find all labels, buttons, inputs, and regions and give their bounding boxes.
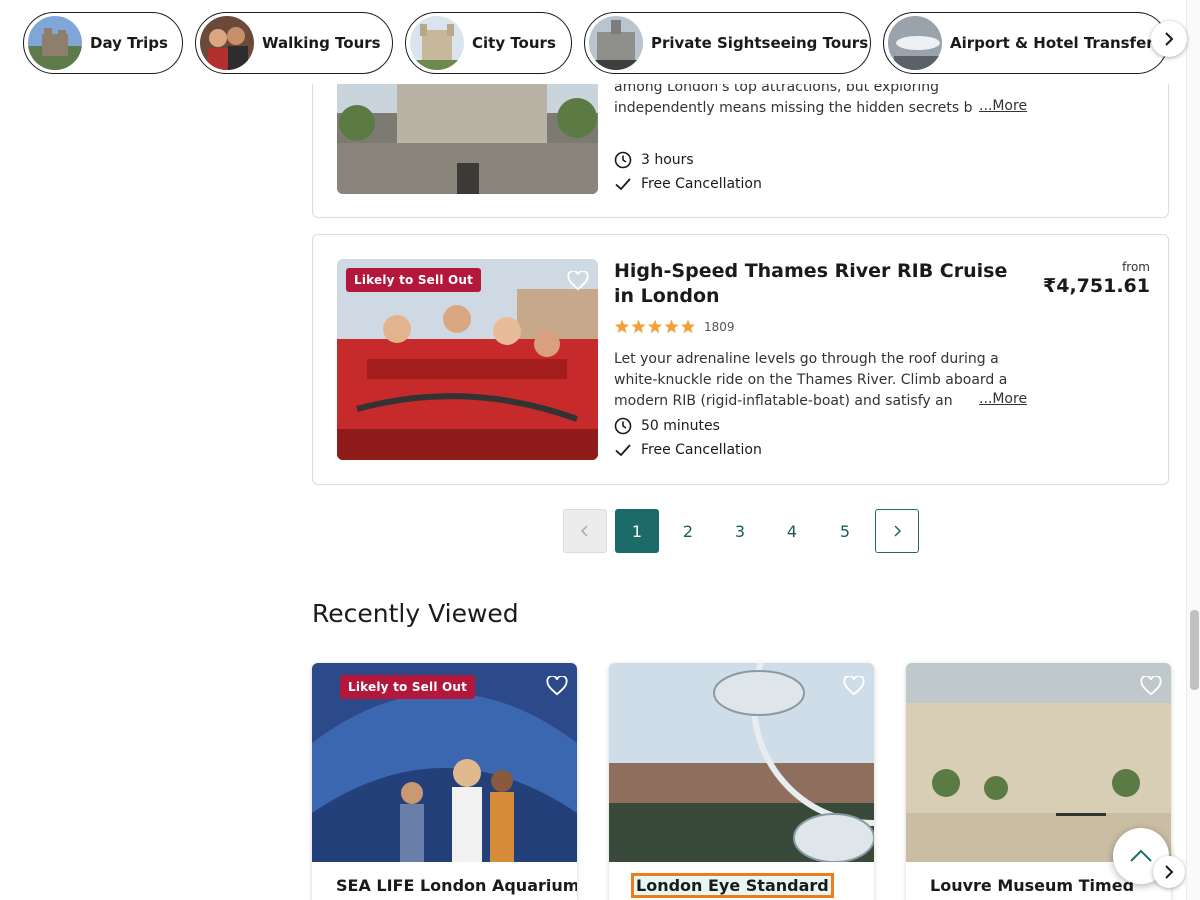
recently-viewed-name[interactable]: Louvre Museum Timed [930, 876, 1134, 895]
chevron-right-icon [1165, 32, 1174, 46]
recently-viewed-name[interactable]: London Eye Standard [631, 873, 834, 898]
people-photo-icon [200, 16, 254, 70]
star-rating: 1809 [614, 319, 735, 335]
price: ₹4,751.61 [1043, 275, 1150, 297]
wishlist-heart-icon[interactable] [1140, 676, 1162, 696]
recently-viewed-image[interactable] [609, 663, 874, 862]
tour-title[interactable]: High-Speed Thames River RIB Cruise in Lo… [614, 259, 1024, 309]
tour-card[interactable]: Likely to Sell Out High-Speed Thames Riv… [312, 234, 1169, 485]
recently-viewed-image[interactable]: Likely to Sell Out [312, 663, 577, 862]
chip-label: Private Sightseeing Tours [651, 34, 869, 52]
cathedral-photo-icon [589, 16, 643, 70]
wishlist-heart-icon[interactable] [567, 271, 589, 291]
wishlist-heart-icon[interactable] [546, 676, 568, 696]
recently-viewed-card[interactable]: Likely to Sell Out SEA LIFE London Aquar… [312, 663, 577, 900]
chip-label: Walking Tours [262, 34, 381, 52]
chevron-right-icon [1165, 865, 1174, 879]
tower-photo-icon [410, 16, 464, 70]
recently-viewed-card[interactable]: London Eye Standard [609, 663, 874, 900]
cancellation-text: Free Cancellation [641, 442, 762, 458]
cancellation-row: Free Cancellation [614, 441, 762, 459]
duration-row: 50 minutes [614, 417, 720, 435]
duration-text: 50 minutes [641, 418, 720, 434]
chip-label: City Tours [472, 34, 556, 52]
clock-icon [614, 417, 632, 435]
page-2-button[interactable]: 2 [666, 509, 710, 553]
wishlist-heart-icon[interactable] [843, 676, 865, 696]
star-icon [647, 319, 663, 334]
page-4-button[interactable]: 4 [770, 509, 814, 553]
category-chips-bar: Day Trips Walking Tours City Tours Priva… [0, 0, 1187, 84]
checkmark-icon [615, 178, 631, 191]
recently-viewed-name[interactable]: SEA LIFE London Aquarium [336, 876, 577, 895]
page-scrollbar[interactable] [1186, 0, 1200, 900]
chip-day-trips[interactable]: Day Trips [23, 12, 183, 74]
chip-city-tours[interactable]: City Tours [405, 12, 572, 74]
stars-icon [614, 319, 696, 334]
next-page-button[interactable] [875, 509, 919, 553]
previous-page-button[interactable] [563, 509, 607, 553]
likely-to-sell-out-badge: Likely to Sell Out [340, 675, 476, 699]
chevron-left-icon [580, 525, 588, 537]
castle-photo-icon [28, 16, 82, 70]
review-count: 1809 [704, 320, 735, 334]
chevron-up-icon [1130, 849, 1152, 862]
chip-walking-tours[interactable]: Walking Tours [195, 12, 393, 74]
tour-description: Let your adrenaline levels go through th… [614, 351, 1008, 409]
recently-viewed-title: Recently Viewed [312, 599, 519, 628]
chip-label: Airport & Hotel Transfers [950, 34, 1163, 52]
page-1-button[interactable]: 1 [615, 509, 659, 553]
page-5-button[interactable]: 5 [823, 509, 867, 553]
more-link[interactable]: ...More [975, 391, 1028, 407]
from-label: from [1122, 260, 1150, 274]
duration-text: 3 hours [641, 152, 694, 168]
scrollbar-thumb[interactable] [1190, 610, 1199, 690]
star-icon [631, 319, 646, 334]
clock-icon [614, 151, 632, 169]
chip-private-sightseeing-tours[interactable]: Private Sightseeing Tours [584, 12, 871, 74]
cancellation-row: Free Cancellation [614, 175, 762, 193]
recently-viewed-next-button[interactable] [1153, 856, 1185, 888]
chip-airport-hotel-transfers[interactable]: Airport & Hotel Transfers [883, 12, 1168, 74]
chips-next-button[interactable] [1151, 21, 1187, 57]
checkmark-icon [615, 444, 631, 457]
duration-row: 3 hours [614, 151, 694, 169]
likely-to-sell-out-badge: Likely to Sell Out [346, 268, 482, 292]
chip-label: Day Trips [90, 34, 168, 52]
cancellation-text: Free Cancellation [641, 176, 762, 192]
star-icon [614, 319, 630, 334]
airplane-photo-icon [888, 16, 942, 70]
chevron-right-icon [894, 525, 902, 537]
page-3-button[interactable]: 3 [718, 509, 762, 553]
star-icon [664, 319, 679, 334]
star-icon [680, 319, 696, 334]
more-link[interactable]: ...More [975, 98, 1028, 114]
